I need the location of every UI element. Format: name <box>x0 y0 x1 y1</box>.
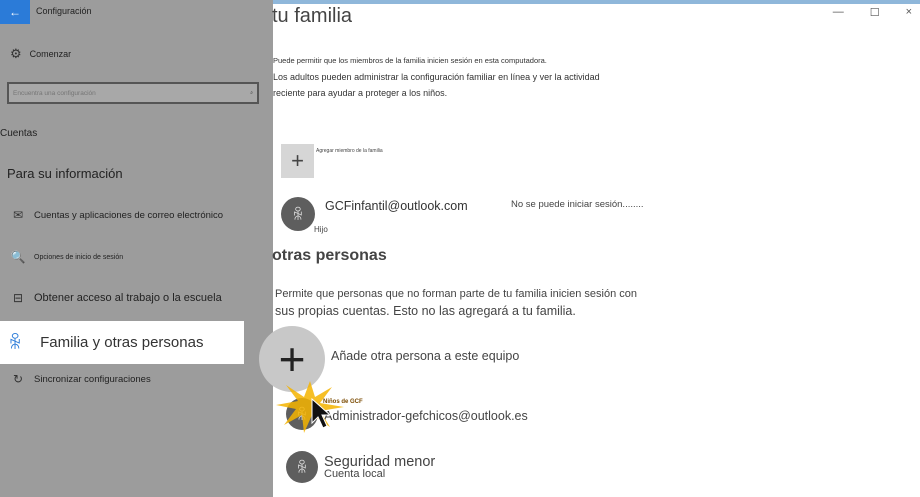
gear-icon: ⚙ <box>10 46 22 61</box>
section-title-others: otras personas <box>272 247 387 264</box>
account-type: Cuenta local <box>324 468 386 480</box>
section-heading-accounts: Cuentas <box>0 128 38 139</box>
sidebar: ← Configuración ⚙ Comenzar ⌕ Cuentas Par… <box>0 0 273 497</box>
mail-icon: ✉ <box>12 208 24 222</box>
home-label: Comenzar <box>29 49 72 59</box>
sidebar-item-work-school[interactable]: ⊟ Obtener acceso al trabajo o la escuela <box>10 291 222 305</box>
family-desc-line: reciente para ayudar a proteger a los ni… <box>273 88 448 98</box>
app-title: Configuración <box>36 6 92 16</box>
window-controls: — ☐ × <box>833 6 912 19</box>
others-desc-line: sus propias cuentas. Esto no las agregar… <box>275 304 576 318</box>
member-email: GCFinfantil@outlook.com <box>325 199 468 213</box>
family-member-row[interactable]: ꆜ GCFinfantil@outlook.com <box>281 197 468 231</box>
click-highlight-icon <box>276 381 344 433</box>
sidebar-item-label: Sincronizar configuraciones <box>34 373 151 385</box>
others-desc-line: Permite que personas que no forman parte… <box>275 288 637 300</box>
sidebar-item-email[interactable]: ✉ Cuentas y aplicaciones de correo elect… <box>10 208 223 222</box>
account-name: Seguridad menor <box>324 454 436 470</box>
family-desc-line: Los adultos pueden administrar la config… <box>273 72 600 82</box>
account-name: Administrador-gefchicos@outlook.es <box>324 409 528 423</box>
section-heading-info: Para su información <box>7 166 123 181</box>
key-icon: 🔍 <box>10 250 26 264</box>
account-row-security[interactable]: ꆜ Seguridad menor Cuenta local <box>286 451 435 483</box>
home-button[interactable]: ⚙ Comenzar <box>10 46 71 62</box>
tooltip: Niños de GCF <box>323 399 363 405</box>
minimize-button[interactable]: — <box>833 6 844 19</box>
sidebar-item-label: Obtener acceso al trabajo o la escuela <box>34 292 222 304</box>
member-status: No se puede iniciar sesión........ <box>511 199 644 210</box>
search-box[interactable]: ⌕ <box>7 82 259 104</box>
family-description: Puede permitir que los miembros de la fa… <box>273 53 653 101</box>
sidebar-item-label: Cuentas y aplicaciones de correo electró… <box>34 209 224 221</box>
sidebar-item-label: Opciones de inicio de sesión <box>34 253 124 261</box>
sync-icon: ↻ <box>12 372 24 386</box>
back-button[interactable]: ← <box>0 0 30 24</box>
sidebar-item-family[interactable]: ꆜ Familia y otras personas <box>0 321 244 364</box>
add-family-member-button[interactable]: + Agregar miembro de la familia <box>281 144 383 178</box>
arrow-left-icon: ← <box>9 5 21 19</box>
add-family-label: Agregar miembro de la familia <box>316 148 383 154</box>
maximize-button[interactable]: ☐ <box>870 6 880 19</box>
close-button[interactable]: × <box>906 6 912 19</box>
add-other-label: Añade otra persona a este equipo <box>331 349 520 363</box>
avatar: ꆜ <box>286 451 318 483</box>
others-description: Permite que personas que no forman parte… <box>275 286 655 320</box>
sidebar-item-signin-options[interactable]: 🔍 Opciones de inicio de sesión <box>10 250 124 264</box>
member-role: Hijo <box>314 225 328 234</box>
sidebar-item-label: Familia y otras personas <box>40 334 204 351</box>
search-input[interactable] <box>13 89 213 97</box>
avatar: ꆜ <box>281 197 315 231</box>
plus-icon: + <box>281 144 314 178</box>
person-icon: ꆜ <box>8 333 23 353</box>
family-desc-line: Puede permitir que los miembros de la fa… <box>273 56 547 65</box>
briefcase-icon: ⊟ <box>12 291 24 305</box>
page-title: tu familia <box>272 5 353 27</box>
sidebar-item-sync[interactable]: ↻ Sincronizar configuraciones <box>10 372 151 386</box>
settings-window: ← Configuración ⚙ Comenzar ⌕ Cuentas Par… <box>0 0 920 497</box>
search-icon[interactable]: ⌕ <box>250 90 253 96</box>
